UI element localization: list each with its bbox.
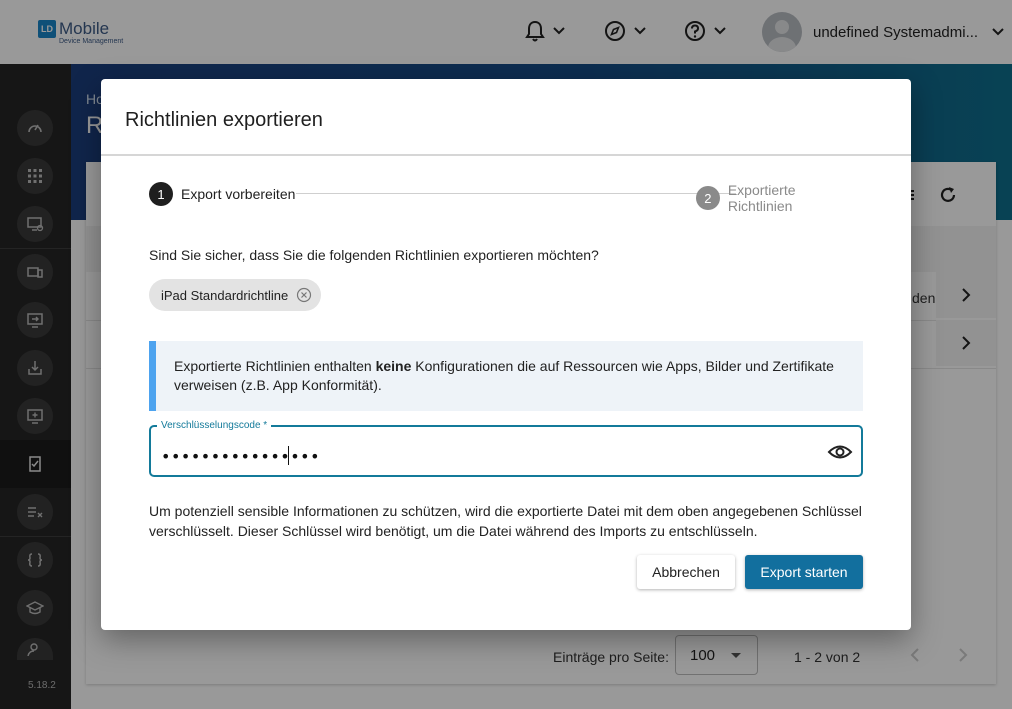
start-export-button[interactable]: Export starten	[745, 555, 863, 589]
policy-chip: iPad Standardrichtline	[149, 279, 322, 311]
step-label: Export vorbereiten	[181, 186, 296, 202]
cancel-button[interactable]: Abbrechen	[637, 555, 735, 589]
stepper: 1 Export vorbereiten 2 Exportierte Richt…	[149, 182, 863, 214]
step-connector	[296, 193, 736, 194]
step-number: 2	[696, 186, 720, 210]
encryption-description: Um potenziell sensible Informationen zu …	[149, 503, 862, 539]
step-exported-policies: 2 Exportierte Richtlinien	[696, 182, 863, 214]
dialog-title: Richtlinien exportieren	[125, 109, 323, 131]
text-cursor	[288, 446, 289, 465]
policy-chip-label: iPad Standardrichtline	[161, 287, 289, 303]
export-policies-dialog: Richtlinien exportieren 1 Export vorbere…	[101, 79, 911, 630]
remove-chip-icon[interactable]	[296, 287, 312, 303]
eye-icon[interactable]	[827, 442, 853, 462]
info-text-emphasis: keine	[375, 358, 412, 374]
info-text-before: Exportierte Richtlinien enthalten	[174, 358, 376, 374]
dialog-title-divider	[101, 154, 911, 156]
info-notice: Exportierte Richtlinien enthalten keine …	[149, 341, 863, 411]
step-prepare-export: 1 Export vorbereiten	[149, 182, 295, 206]
step-number: 1	[149, 182, 173, 206]
confirmation-question: Sind Sie sicher, dass Sie die folgenden …	[149, 247, 599, 263]
encryption-code-input[interactable]	[161, 445, 811, 467]
encryption-code-label: Verschlüsselungscode *	[157, 420, 272, 431]
step-label: Exportierte Richtlinien	[727, 182, 796, 214]
